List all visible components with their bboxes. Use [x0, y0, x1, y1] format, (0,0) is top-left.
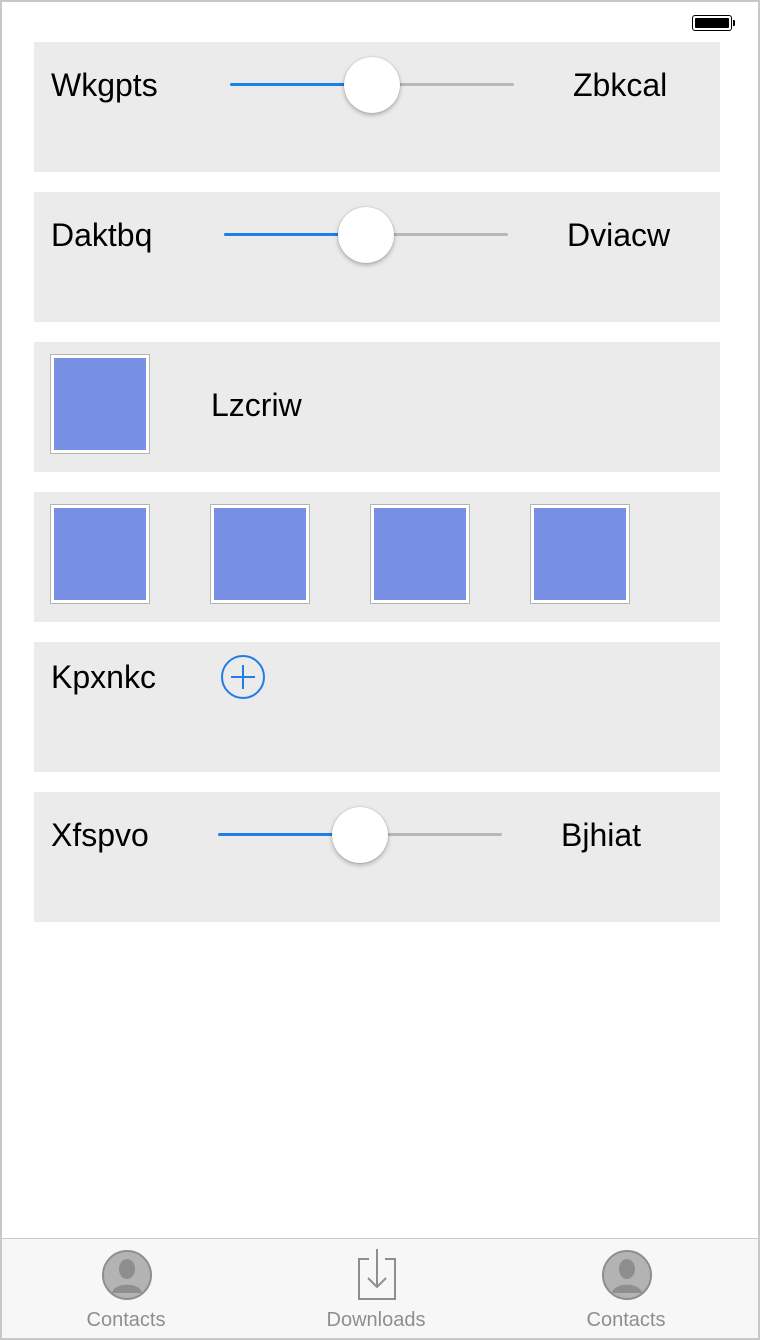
plus-circle-icon[interactable] [221, 655, 265, 699]
slider-thumb[interactable] [332, 807, 388, 863]
tab-label: Contacts [586, 1309, 666, 1331]
tab-contacts[interactable]: Contacts [26, 1239, 226, 1338]
image-thumbnail[interactable] [370, 504, 470, 604]
image-caption: Lzcriw [211, 387, 302, 423]
add-row-kpxnkc: Kpxnkc [34, 642, 720, 772]
image-thumbnail[interactable] [530, 504, 630, 604]
battery-icon [692, 15, 736, 33]
slider-max-label: Bjhiat [561, 817, 642, 853]
slider-row-daktbq: Daktbq Dviacw [34, 192, 720, 322]
contact-icon [102, 1250, 152, 1300]
add-row-label: Kpxnkc [51, 659, 156, 695]
image-thumbnail[interactable] [50, 354, 150, 454]
slider-max-label: Zbkcal [573, 67, 668, 103]
image-thumbnail[interactable] [50, 504, 150, 604]
image-thumbnail[interactable] [210, 504, 310, 604]
slider-min-label: Daktbq [51, 217, 153, 253]
image-grid-row [34, 492, 720, 622]
slider-thumb[interactable] [344, 57, 400, 113]
image-label-row: Lzcriw [34, 342, 720, 472]
slider-control[interactable] [224, 207, 508, 263]
slider-row-xfspvo: Xfspvo Bjhiat [34, 792, 720, 922]
slider-control[interactable] [218, 807, 502, 863]
app-screen: Wkgpts Zbkcal Daktbq Dviacw Lzcriw Kpxnk… [0, 0, 760, 1340]
tab-contacts-2[interactable]: Contacts [526, 1239, 726, 1338]
download-icon [358, 1249, 396, 1300]
slider-max-label: Dviacw [567, 217, 671, 253]
tab-downloads[interactable]: Downloads [276, 1239, 476, 1338]
tab-label: Contacts [86, 1309, 166, 1331]
tab-bar: Contacts Downloads Contacts [2, 1238, 758, 1338]
slider-thumb[interactable] [338, 207, 394, 263]
slider-control[interactable] [230, 57, 514, 113]
tab-label: Downloads [326, 1309, 426, 1331]
slider-min-label: Xfspvo [51, 817, 149, 853]
slider-row-wkgpts: Wkgpts Zbkcal [34, 42, 720, 172]
contact-icon [602, 1250, 652, 1300]
slider-min-label: Wkgpts [51, 67, 158, 103]
